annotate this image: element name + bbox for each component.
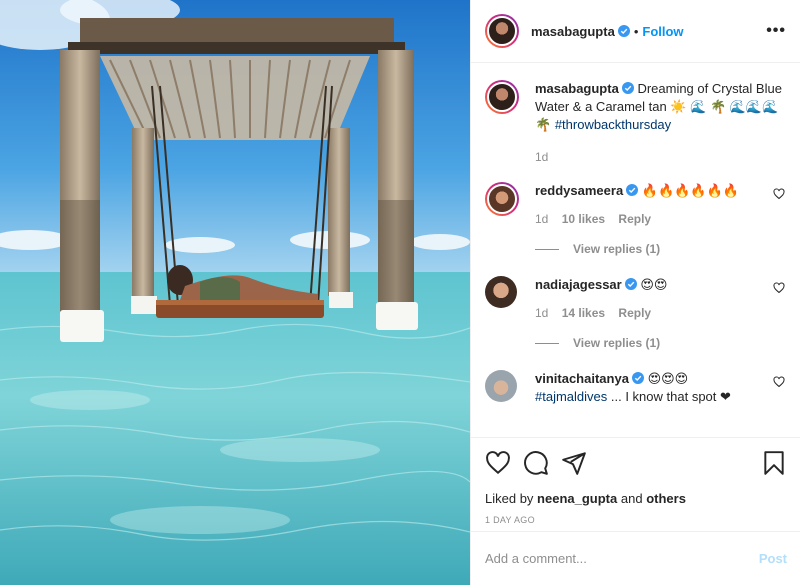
post-photo[interactable] (0, 0, 470, 585)
view-replies-label: View replies (1) (573, 336, 661, 350)
comment-like-heart-icon[interactable] (773, 188, 785, 200)
comments-list[interactable]: masabagupta Dreaming of Crystal Blue Wat… (471, 64, 800, 437)
author-username[interactable]: masabagupta (531, 24, 615, 39)
post-header: masabagupta • Follow ••• (471, 0, 800, 63)
comment-likes[interactable]: 10 likes (562, 212, 605, 226)
replies-line (535, 248, 559, 250)
share-icon[interactable] (561, 450, 587, 476)
caption-hashtag[interactable]: #throwbackthursday (555, 117, 671, 132)
caption-avatar[interactable] (485, 80, 519, 114)
comment-item: nadiajagessar 😍😍 1d 14 likes Reply (485, 276, 787, 322)
comment-icon[interactable] (523, 450, 549, 476)
comment-input[interactable] (485, 551, 759, 566)
verified-badge-icon (631, 372, 644, 384)
likes-and: and (620, 491, 643, 506)
view-replies-button[interactable]: View replies (1) (535, 242, 787, 256)
comment-avatar[interactable] (485, 182, 519, 216)
view-replies-label: View replies (1) (573, 242, 661, 256)
instagram-post: masabagupta • Follow ••• masabagupta Dre… (0, 0, 800, 585)
separator-dot: • (633, 23, 639, 39)
comment-time: 1d (535, 306, 549, 320)
comment-avatar[interactable] (485, 276, 517, 308)
follow-button[interactable]: Follow (642, 24, 683, 39)
caption: masabagupta Dreaming of Crystal Blue Wat… (485, 80, 787, 166)
view-replies-button[interactable]: View replies (1) (535, 336, 787, 350)
comment-item: vinitachaitanya 😍😍😍 #tajmaldives ... I k… (485, 370, 787, 406)
liked-by-others[interactable]: others (646, 491, 686, 506)
verified-badge-icon (624, 278, 637, 290)
comment-text: 🔥🔥🔥🔥🔥🔥 (641, 183, 739, 198)
comment-avatar[interactable] (485, 370, 517, 402)
post-image (0, 0, 470, 585)
avatar[interactable] (485, 14, 519, 48)
comment-text-tail: ... I know that spot ❤ (610, 389, 731, 404)
comment-author[interactable]: reddysameera (535, 183, 623, 198)
post-comment-button[interactable]: Post (759, 551, 787, 566)
caption-time: 1d (535, 150, 549, 164)
reply-button[interactable]: Reply (618, 212, 651, 226)
comment-author[interactable]: vinitachaitanya (535, 371, 629, 386)
verified-badge-icon (626, 184, 639, 196)
comment-hashtag[interactable]: #tajmaldives (535, 389, 607, 404)
comment-text: 😍😍 (640, 277, 668, 292)
verified-badge-icon (617, 25, 630, 37)
post-sidebar: masabagupta • Follow ••• masabagupta Dre… (470, 0, 800, 585)
comment-text: 😍😍😍 (647, 371, 689, 386)
reply-button[interactable]: Reply (618, 306, 651, 320)
add-comment-bar: Post (471, 531, 800, 585)
comment-item: reddysameera 🔥🔥🔥🔥🔥🔥 1d 10 likes Reply (485, 182, 787, 228)
post-actions: Liked by neena_gupta and others 1 DAY AG… (471, 437, 800, 525)
more-icon[interactable]: ••• (766, 22, 786, 40)
heart-icon[interactable] (485, 450, 511, 476)
comment-time: 1d (535, 212, 549, 226)
replies-line (535, 342, 559, 344)
likes-summary: Liked by neena_gupta and others (485, 491, 787, 506)
verified-badge-icon (621, 82, 634, 94)
comment-like-heart-icon[interactable] (773, 282, 785, 294)
comment-author[interactable]: nadiajagessar (535, 277, 622, 292)
comment-likes[interactable]: 14 likes (562, 306, 605, 320)
caption-author[interactable]: masabagupta (535, 81, 619, 96)
action-icons (485, 450, 787, 476)
liked-by-user[interactable]: neena_gupta (537, 491, 617, 506)
likes-prefix: Liked by (485, 491, 534, 506)
post-timestamp[interactable]: 1 DAY AGO (485, 515, 787, 525)
comment-like-heart-icon[interactable] (773, 376, 785, 388)
bookmark-icon[interactable] (761, 450, 787, 476)
